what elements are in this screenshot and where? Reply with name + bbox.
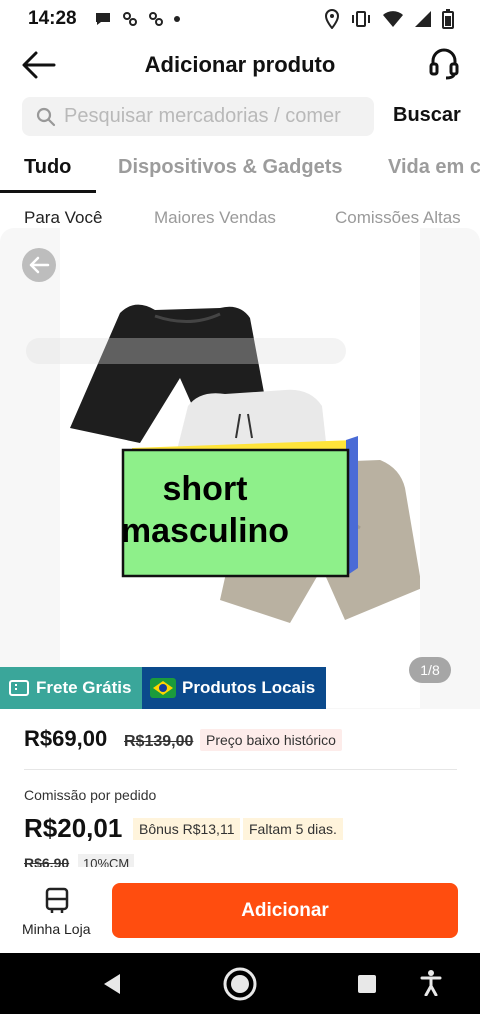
- days-left-tag: Faltam 5 dias.: [243, 818, 343, 840]
- product-image[interactable]: short masculino: [60, 228, 422, 708]
- status-time: 14:28: [28, 8, 77, 29]
- badge-frete-label: Frete Grátis: [36, 678, 132, 697]
- commission-label: Comissão por pedido: [24, 787, 157, 803]
- app-notification-icon: [149, 12, 163, 26]
- image-counter: 1/8: [409, 657, 451, 683]
- notification-icons: [94, 9, 180, 29]
- dual-sim-icon: [123, 12, 137, 26]
- store-icon: [45, 887, 69, 913]
- commission-value: R$20,01: [24, 813, 123, 843]
- add-product-button[interactable]: Adicionar: [112, 883, 458, 938]
- sticker-text-line1: short: [162, 470, 248, 508]
- subtab-comissoes-altas[interactable]: Comissões Altas: [335, 208, 461, 228]
- location-icon: [324, 9, 340, 29]
- headset-support-icon[interactable]: [428, 47, 460, 81]
- arrow-left-icon: [29, 256, 50, 274]
- tab-vida-em-casa[interactable]: Vida em c: [388, 156, 480, 179]
- image-back-button[interactable]: [22, 248, 56, 282]
- tab-dispositivos-gadgets[interactable]: Dispositivos & Gadgets: [118, 156, 343, 179]
- store-label: Minha Loja: [22, 921, 91, 937]
- product-price: R$69,00: [24, 726, 108, 751]
- bonus-tag: Bônus R$13,11: [133, 818, 241, 840]
- search-bar: [22, 97, 374, 136]
- sticker-label: short masculino: [60, 468, 350, 552]
- product-old-price: R$139,00: [124, 733, 194, 750]
- brazil-flag-icon: [150, 678, 176, 698]
- battery-icon: [442, 9, 454, 29]
- my-store-button[interactable]: Minha Loja: [14, 877, 98, 947]
- app-header: Adicionar produto: [0, 38, 480, 92]
- subtab-maiores-vendas[interactable]: Maiores Vendas: [154, 208, 276, 228]
- more-notifications-icon: [174, 16, 180, 22]
- nav-recents-icon[interactable]: [357, 974, 377, 994]
- wifi-icon: [383, 11, 403, 27]
- ticket-icon: [9, 680, 29, 696]
- price-history-tag: Preço baixo histórico: [200, 729, 342, 751]
- badge-produtos-locais: Produtos Locais: [142, 667, 326, 709]
- chat-icon: [96, 13, 110, 25]
- accessibility-icon[interactable]: [420, 970, 442, 996]
- nav-back-icon[interactable]: [102, 973, 122, 995]
- nav-home-icon[interactable]: [222, 966, 258, 1002]
- status-bar: 14:28: [0, 0, 480, 38]
- bottom-action-bar: Minha Loja Adicionar: [0, 867, 480, 953]
- blurred-overlay-pill: [26, 338, 346, 364]
- signal-icon: [415, 11, 431, 27]
- system-icons: [324, 8, 454, 30]
- category-tabs: Tudo Dispositivos & Gadgets Vida em c: [0, 150, 480, 194]
- badge-frete-gratis: Frete Grátis: [0, 667, 142, 709]
- active-tab-indicator: [0, 190, 96, 193]
- tab-tudo[interactable]: Tudo: [24, 156, 71, 179]
- subtab-para-voce[interactable]: Para Você: [24, 208, 102, 228]
- badge-local-label: Produtos Locais: [182, 678, 316, 697]
- divider: [24, 769, 457, 770]
- page-title: Adicionar produto: [144, 52, 336, 77]
- search-button[interactable]: Buscar: [393, 104, 461, 127]
- system-nav-bar: [0, 953, 480, 1014]
- search-icon: [36, 107, 56, 127]
- vibrate-icon: [352, 11, 370, 27]
- search-input[interactable]: [64, 97, 364, 136]
- product-card: short masculino 1/8 Frete Grátis Produto…: [0, 228, 480, 963]
- sticker-text-line2: masculino: [120, 512, 290, 550]
